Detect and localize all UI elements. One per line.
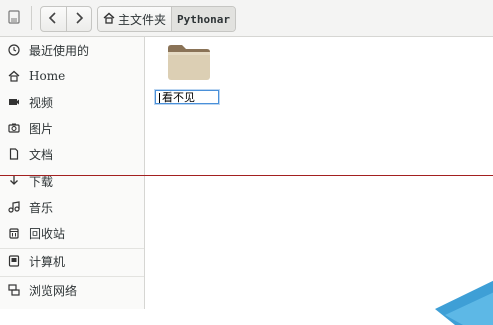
sidebar: 最近使用的 Home 视频 图片 文档 下载 音乐 回收站 计算机 浏览网络: [0, 37, 145, 309]
annotation-line: [0, 175, 493, 176]
sidebar-item-label: 视频: [29, 95, 54, 110]
sidebar-item-recent[interactable]: 最近使用的: [0, 38, 144, 62]
breadcrumb-home[interactable]: 主文件夹: [98, 7, 172, 31]
network-icon: [7, 283, 21, 297]
sidebar-item-music[interactable]: 音乐: [0, 195, 144, 219]
sidebar-item-label: 音乐: [29, 200, 54, 215]
home-icon: [103, 12, 115, 27]
back-button[interactable]: [41, 7, 66, 31]
sidebar-item-computer[interactable]: 计算机: [0, 249, 144, 273]
clock-icon: [7, 43, 21, 57]
header-bar: 主文件夹 Pythonar: [0, 0, 493, 37]
camera-icon: [7, 121, 21, 135]
home-icon: [7, 69, 21, 83]
breadcrumb: 主文件夹 Pythonar: [97, 6, 236, 32]
document-icon: [7, 147, 21, 161]
text-cursor: [159, 93, 160, 103]
toolbar-separator: [31, 6, 32, 30]
breadcrumb-current[interactable]: Pythonar: [171, 7, 235, 31]
sidebar-item-videos[interactable]: 视频: [0, 90, 144, 114]
sidebar-item-label: 回收站: [29, 226, 66, 241]
sidebar-divider: [0, 276, 144, 277]
video-icon: [7, 95, 21, 109]
sidebar-item-home[interactable]: Home: [0, 64, 144, 88]
desktop-wallpaper-corner: [435, 280, 493, 325]
chevron-right-icon: [74, 11, 84, 27]
sidebar-item-label: 文档: [29, 147, 54, 162]
trash-icon: [7, 226, 21, 240]
sidebar-item-label: Home: [29, 69, 66, 83]
download-icon: [7, 174, 21, 188]
folder-icon[interactable]: [167, 43, 211, 81]
file-view: 看不见: [145, 37, 493, 309]
sidebar-item-downloads[interactable]: 下载: [0, 169, 144, 193]
sidebar-item-pictures[interactable]: 图片: [0, 116, 144, 140]
sidebar-item-trash[interactable]: 回收站: [0, 221, 144, 245]
sidebar-item-label: 最近使用的: [29, 43, 90, 58]
forward-button[interactable]: [65, 7, 92, 31]
sidebar-item-documents[interactable]: 文档: [0, 142, 144, 166]
music-icon: [7, 200, 21, 214]
sidebar-item-label: 浏览网络: [29, 283, 78, 298]
sidebar-item-label: 计算机: [29, 254, 66, 269]
sidebar-item-label: 图片: [29, 121, 54, 136]
computer-icon: [7, 254, 21, 268]
rename-field[interactable]: 看不见: [155, 90, 219, 104]
sidebar-item-network[interactable]: 浏览网络: [0, 278, 144, 302]
drive-icon[interactable]: [5, 8, 23, 26]
chevron-left-icon: [48, 11, 58, 27]
rename-value: 看不见: [162, 91, 195, 104]
breadcrumb-label: Pythonar: [177, 12, 230, 26]
breadcrumb-label: 主文件夹: [118, 12, 167, 27]
history-buttons: [40, 6, 92, 32]
